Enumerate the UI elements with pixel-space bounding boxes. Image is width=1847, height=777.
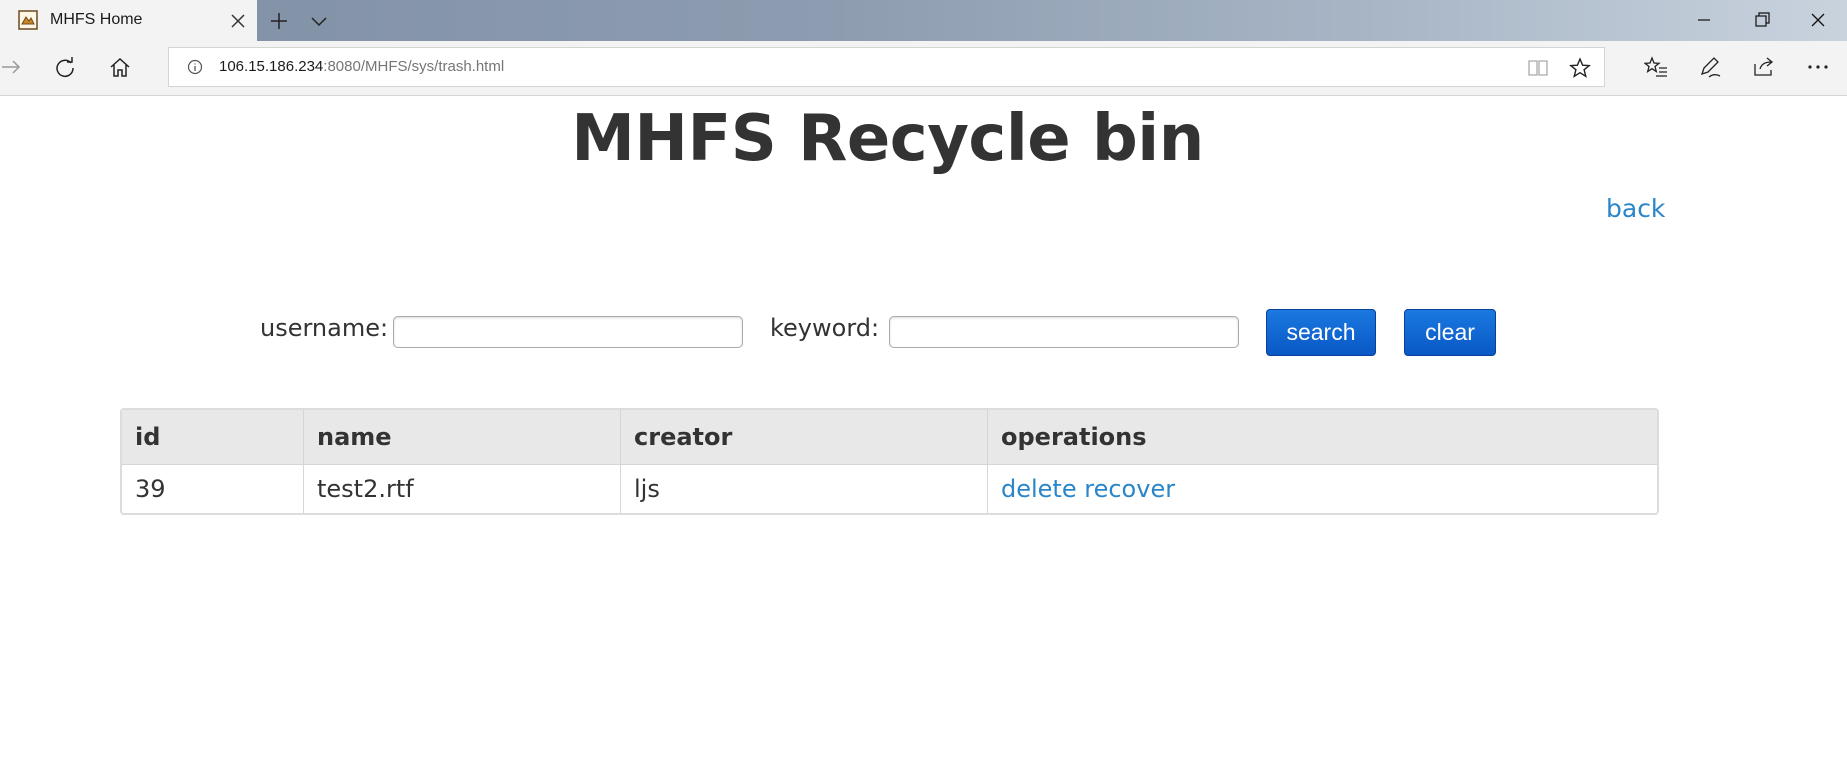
table-row: 39 test2.rtf ljs delete recover xyxy=(122,464,1657,513)
page-title: MHFS Recycle bin xyxy=(571,102,1204,176)
favorites-list-icon[interactable] xyxy=(1644,56,1668,78)
cell-name: test2.rtf xyxy=(303,464,621,513)
address-host: 106.15.186.234 xyxy=(219,58,324,75)
back-link[interactable]: back xyxy=(1606,194,1665,223)
close-icon[interactable] xyxy=(228,11,248,31)
book-icon[interactable] xyxy=(1527,58,1549,78)
keyword-input[interactable] xyxy=(889,316,1239,348)
cell-id: 39 xyxy=(122,464,304,513)
home-icon[interactable] xyxy=(108,56,132,78)
column-header-name: name xyxy=(303,410,621,465)
clear-button[interactable]: clear xyxy=(1404,309,1496,356)
keyword-label: keyword: xyxy=(770,314,880,342)
delete-link[interactable]: delete xyxy=(1001,475,1077,503)
trash-table: id name creator operations 39 test2.rtf … xyxy=(120,408,1659,515)
mhfs-favicon-icon xyxy=(18,10,38,30)
browser-titlebar: MHFS Home xyxy=(0,0,1847,41)
column-header-creator: creator xyxy=(620,410,988,465)
table-header-row: id name creator operations xyxy=(122,410,1657,465)
tab-title: MHFS Home xyxy=(50,11,143,28)
restore-icon[interactable] xyxy=(1752,10,1772,30)
address-url[interactable]: 106.15.186.234:8080/MHFS/sys/trash.html xyxy=(219,58,504,75)
pen-icon[interactable] xyxy=(1698,55,1722,79)
address-path: :8080/MHFS/sys/trash.html xyxy=(323,58,505,75)
search-button[interactable]: search xyxy=(1266,309,1376,356)
cell-operations: delete recover xyxy=(987,464,1657,513)
share-icon[interactable] xyxy=(1752,55,1776,77)
chevron-down-icon[interactable] xyxy=(309,12,329,30)
cell-creator: ljs xyxy=(620,464,988,513)
plus-icon[interactable] xyxy=(268,10,290,32)
column-header-id: id xyxy=(122,410,304,465)
recover-link[interactable]: recover xyxy=(1084,475,1175,503)
browser-navbar: 106.15.186.234:8080/MHFS/sys/trash.html xyxy=(0,41,1847,96)
arrow-right-icon[interactable] xyxy=(0,56,22,78)
username-input[interactable] xyxy=(393,316,743,348)
info-icon[interactable] xyxy=(187,59,203,75)
more-icon[interactable] xyxy=(1806,59,1830,75)
minimize-icon[interactable] xyxy=(1694,10,1714,30)
column-header-operations: operations xyxy=(987,410,1657,465)
address-bar[interactable]: 106.15.186.234:8080/MHFS/sys/trash.html xyxy=(168,47,1605,87)
browser-tab[interactable]: MHFS Home xyxy=(0,0,257,41)
username-label: username: xyxy=(260,314,389,342)
star-icon[interactable] xyxy=(1569,57,1591,79)
refresh-icon[interactable] xyxy=(54,56,76,78)
window-close-icon[interactable] xyxy=(1808,10,1828,30)
